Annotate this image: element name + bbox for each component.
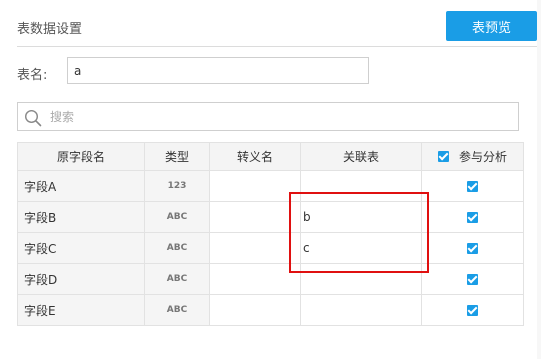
- field-name-cell: 字段C: [17, 232, 145, 264]
- column-header-alias[interactable]: 转义名: [209, 142, 301, 171]
- table-row: 字段E ABC: [17, 294, 524, 326]
- table-row: 字段A 123: [17, 170, 524, 202]
- participate-cell: [421, 263, 524, 295]
- field-name-cell: 字段E: [17, 294, 145, 326]
- field-type-cell: ABC: [144, 263, 210, 295]
- column-header-participate[interactable]: 参与分析: [421, 142, 524, 171]
- search-input[interactable]: [50, 104, 510, 129]
- linked-table-cell[interactable]: [300, 170, 422, 202]
- linked-table-cell[interactable]: b: [300, 201, 422, 233]
- header-divider: [17, 46, 537, 47]
- participate-cell: [421, 294, 524, 326]
- table-preview-button[interactable]: 表预览: [446, 11, 537, 41]
- column-header-source-name[interactable]: 原字段名: [17, 142, 145, 171]
- participate-cell: [421, 170, 524, 202]
- column-header-linked-table[interactable]: 关联表: [300, 142, 422, 171]
- alias-cell[interactable]: [209, 294, 301, 326]
- field-name-cell: 字段A: [17, 170, 145, 202]
- search-icon: [24, 109, 42, 127]
- field-type-cell: 123: [144, 170, 210, 202]
- field-type-cell: ABC: [144, 232, 210, 264]
- participate-checkbox[interactable]: [467, 305, 478, 316]
- participate-cell: [421, 232, 524, 264]
- table-name-input[interactable]: [67, 57, 369, 84]
- alias-cell[interactable]: [209, 201, 301, 233]
- participate-checkbox[interactable]: [467, 274, 478, 285]
- table-row: 字段D ABC: [17, 263, 524, 295]
- field-type-cell: ABC: [144, 201, 210, 233]
- linked-table-cell[interactable]: [300, 294, 422, 326]
- alias-cell[interactable]: [209, 232, 301, 264]
- participate-checkbox[interactable]: [467, 212, 478, 223]
- table-header-row: 原字段名 类型 转义名 关联表 参与分析: [17, 142, 524, 171]
- participate-checkbox[interactable]: [467, 181, 478, 192]
- fields-table: 原字段名 类型 转义名 关联表 参与分析 字段A 123 字段B ABC b 字…: [17, 142, 524, 326]
- linked-table-cell[interactable]: [300, 263, 422, 295]
- table-name-label: 表名:: [17, 68, 48, 83]
- page-title: 表数据设置: [17, 22, 83, 37]
- table-row: 字段B ABC b: [17, 201, 524, 233]
- column-header-type[interactable]: 类型: [144, 142, 210, 171]
- table-row: 字段C ABC c: [17, 232, 524, 264]
- table-settings-panel: 表数据设置 表预览 表名: 原字段名 类型 转义名 关联表 参与分析: [0, 0, 537, 359]
- participate-checkbox[interactable]: [467, 243, 478, 254]
- participate-label: 参与分析: [458, 150, 507, 164]
- search-box[interactable]: [17, 102, 519, 131]
- select-all-checkbox[interactable]: [437, 151, 449, 162]
- field-type-cell: ABC: [144, 294, 210, 326]
- field-name-cell: 字段B: [17, 201, 145, 233]
- linked-table-cell[interactable]: c: [300, 232, 422, 264]
- field-name-cell: 字段D: [17, 263, 145, 295]
- alias-cell[interactable]: [209, 263, 301, 295]
- participate-cell: [421, 201, 524, 233]
- alias-cell[interactable]: [209, 170, 301, 202]
